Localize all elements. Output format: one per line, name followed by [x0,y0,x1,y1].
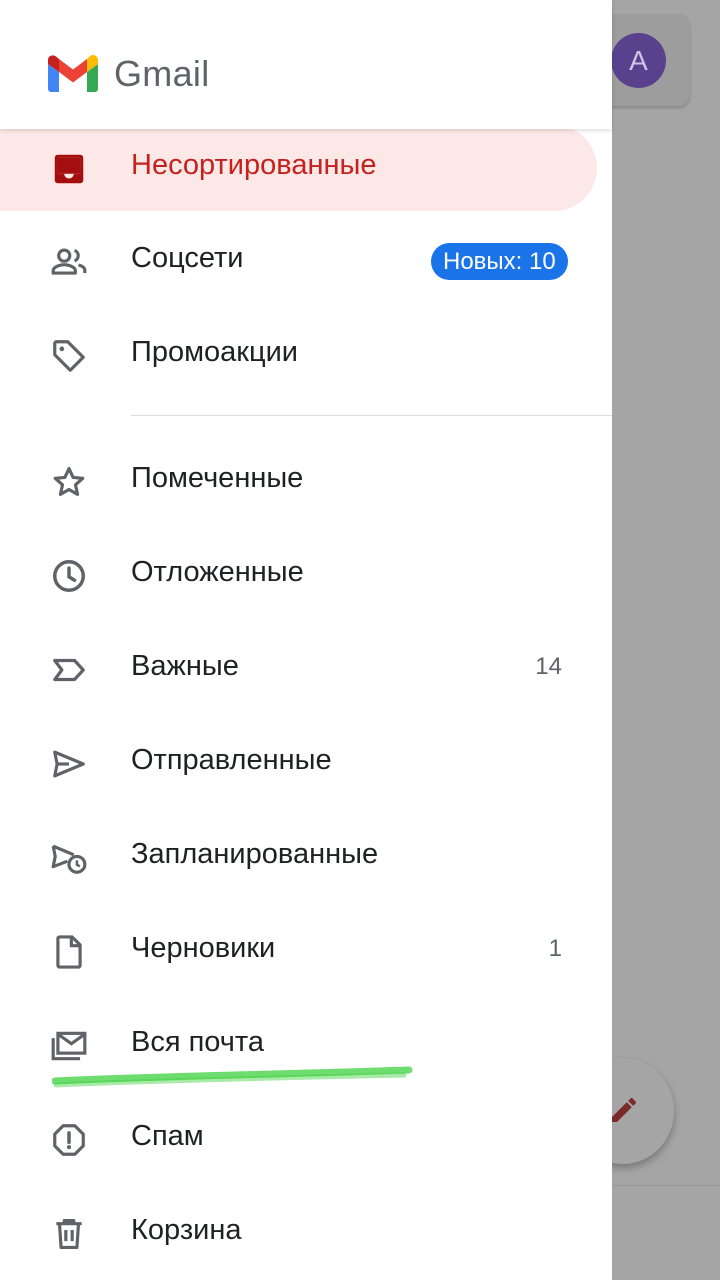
drawer-item-label: Промоакции [131,336,298,368]
important-icon [53,658,85,682]
drawer-item-social[interactable]: Соцсети Новых: 10 [0,218,612,304]
drawer-item-label: Отправленные [131,744,332,776]
drawer-item-important[interactable]: Важные 14 [0,626,612,712]
unread-count: 1 [548,935,562,962]
drawer-item-primary[interactable]: Несортированные [0,125,597,211]
drawer-item-promotions[interactable]: Промоакции [0,312,612,398]
spam-icon [53,1124,85,1156]
all-mail-icon [51,1031,87,1061]
section-divider [131,415,612,416]
app-title: Gmail [114,53,210,94]
navigation-drawer: Gmail Несортированные Соцсети Новых: 10 … [0,0,612,1280]
bottom-divider [612,1185,720,1186]
draft-icon [56,935,82,969]
account-avatar[interactable]: A [611,33,666,88]
drawer-item-drafts[interactable]: Черновики 1 [0,908,612,994]
unread-count: 14 [535,653,562,680]
drawer-item-label: Черновики [131,932,276,964]
drawer-item-label: Запланированные [131,838,379,870]
new-count-badge: Новых: 10 [431,243,568,280]
drawer-item-label: Несортированные [131,149,377,181]
clock-icon [53,560,85,592]
drawer-item-spam[interactable]: Спам [0,1096,612,1182]
green-underline-annotation [52,1066,413,1088]
drawer-item-scheduled[interactable]: Запланированные [0,814,612,900]
drawer-item-sent[interactable]: Отправленные [0,720,612,806]
drawer-item-label: Важные [131,650,239,682]
trash-icon [56,1218,82,1250]
scheduled-send-icon [51,844,87,874]
drawer-item-snoozed[interactable]: Отложенные [0,532,612,618]
drawer-item-label: Отложенные [131,556,304,588]
drawer-item-label: Соцсети [131,242,244,274]
drawer-item-label: Корзина [131,1214,242,1246]
send-icon [53,750,85,778]
drawer-item-label: Спам [131,1120,204,1152]
drawer-item-starred[interactable]: Помеченные [0,438,612,524]
pencil-icon [612,1097,637,1122]
drawer-item-label: Вся почта [131,1026,264,1058]
drawer-item-trash[interactable]: Корзина [0,1190,612,1276]
inbox-icon [54,154,84,184]
gmail-logo-icon [48,55,98,92]
star-icon [53,466,85,496]
tag-icon [53,340,85,372]
drawer-header: Gmail [0,0,612,129]
drawer-item-label: Помеченные [131,462,304,494]
people-icon [51,248,87,275]
